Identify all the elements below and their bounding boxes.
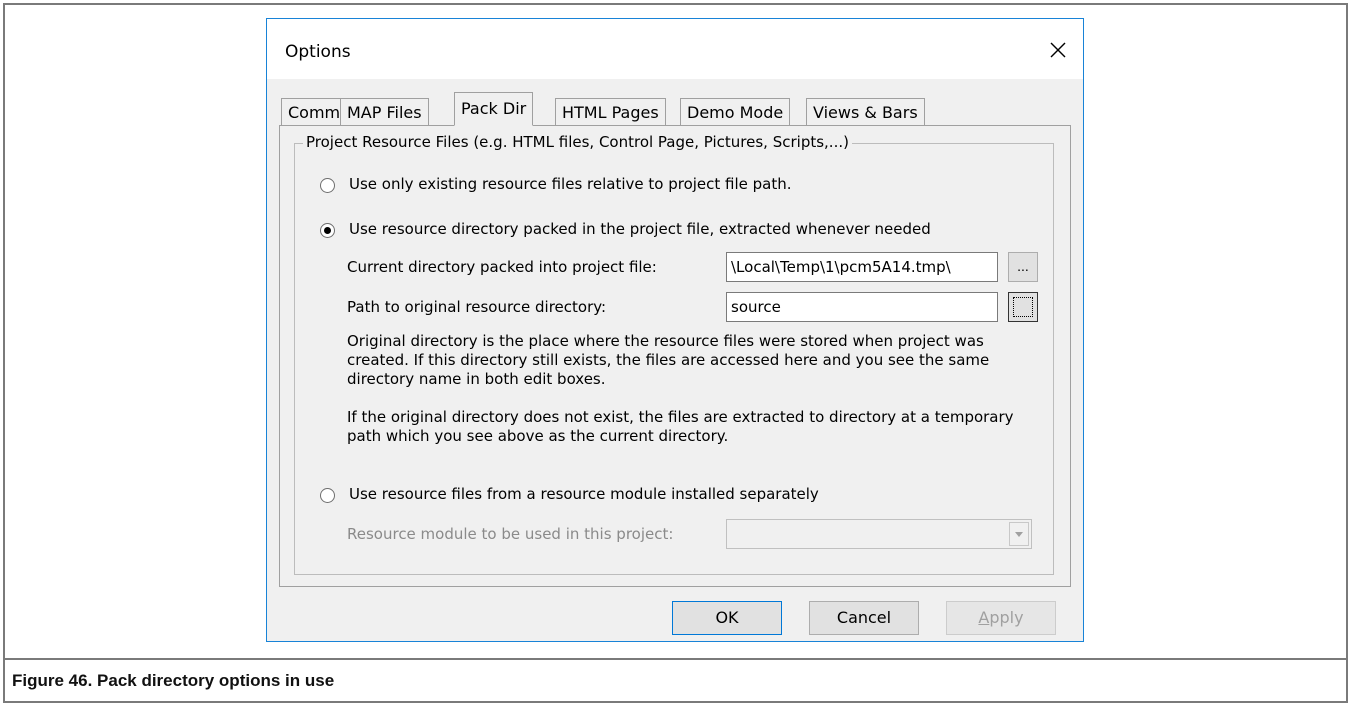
close-button[interactable] [1043, 35, 1073, 65]
original-path-browse-button[interactable] [1008, 292, 1038, 322]
explanation-paragraph: Original directory is the place where th… [347, 332, 990, 388]
tab-comm[interactable]: Comm [281, 98, 348, 125]
radio-packed-directory[interactable] [320, 223, 335, 238]
cancel-button[interactable]: Cancel [809, 601, 919, 635]
tab-demo-mode[interactable]: Demo Mode [680, 98, 791, 125]
apply-accelerator: A [978, 608, 990, 627]
radio-existing-files[interactable] [320, 178, 335, 193]
figure-caption: Figure 46. Pack directory options in use [12, 671, 335, 690]
apply-label-rest: pply [989, 608, 1024, 627]
resource-module-label: Resource module to be used in this proje… [347, 525, 674, 543]
ok-button[interactable]: OK [672, 601, 782, 635]
chevron-down-icon [1015, 532, 1023, 537]
current-dir-label: Current directory packed into project fi… [347, 258, 657, 276]
current-dir-browse-button[interactable]: ... [1008, 252, 1038, 282]
group-legend: Project Resource Files (e.g. HTML files,… [303, 133, 852, 151]
options-dialog: Options Comm MAP Files Pack Dir HTML Pag… [266, 18, 1084, 642]
dialog-title: Options [285, 42, 351, 62]
dropdown-button[interactable] [1009, 522, 1029, 546]
radio-existing-files-label[interactable]: Use only existing resource files relativ… [349, 175, 792, 193]
original-path-label: Path to original resource directory: [347, 298, 607, 316]
radio-resource-module-label[interactable]: Use resource files from a resource modul… [349, 485, 819, 503]
radio-selected-dot [324, 227, 331, 234]
caption-divider [3, 658, 1348, 660]
resource-module-select[interactable] [726, 519, 1032, 549]
pack-dir-panel: Project Resource Files (e.g. HTML files,… [279, 125, 1071, 587]
close-icon [1050, 42, 1066, 58]
apply-button[interactable]: Apply [946, 601, 1056, 635]
tab-pack-dir[interactable]: Pack Dir [454, 92, 534, 126]
title-bar: Options [267, 19, 1083, 79]
tab-views-bars[interactable]: Views & Bars [806, 98, 925, 125]
resource-files-group: Project Resource Files (e.g. HTML files,… [294, 133, 1054, 575]
original-path-field[interactable]: source [726, 292, 998, 322]
current-dir-field[interactable]: \Local\Temp\1\pcm5A14.tmp\ [726, 252, 998, 282]
focus-rectangle [1013, 297, 1033, 317]
radio-resource-module[interactable] [320, 488, 335, 503]
radio-packed-directory-label[interactable]: Use resource directory packed in the pro… [349, 220, 931, 238]
tab-html-pages[interactable]: HTML Pages [555, 98, 666, 125]
explanation-paragraph-2: If the original directory does not exist… [347, 408, 1014, 445]
tab-map-files[interactable]: MAP Files [340, 98, 429, 125]
